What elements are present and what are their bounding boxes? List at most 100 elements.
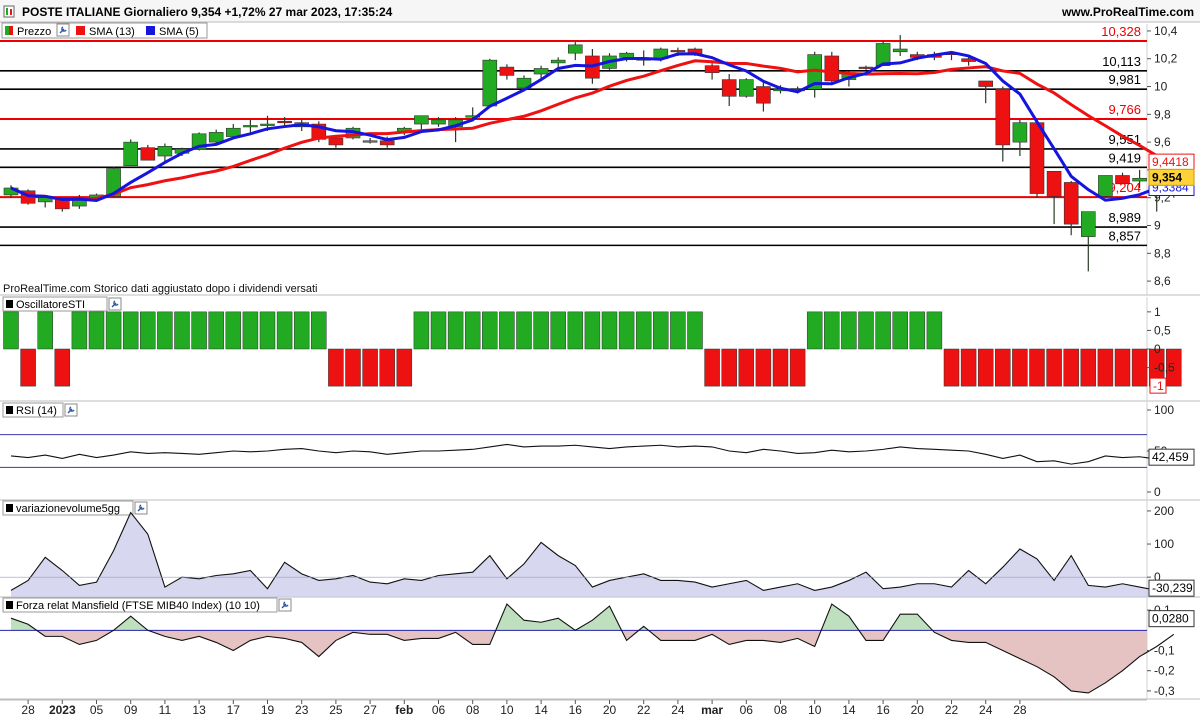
x-tick-label: 06 (740, 703, 754, 717)
x-tick-label: 24 (979, 703, 993, 717)
oscillator-bar-positive (122, 311, 139, 350)
oscillator-bar-positive (311, 311, 327, 350)
x-tick-label: 10 (808, 703, 822, 717)
header-title: POSTE ITALIANE Giornaliero 9,354 +1,72% … (22, 5, 393, 19)
oscillator-bar-negative (977, 348, 994, 387)
y-tick-label: 9 (1154, 219, 1161, 233)
legend-swatch-sma5 (146, 26, 155, 35)
x-tick-label: 17 (227, 703, 241, 717)
oscillator-bar-negative (1097, 348, 1114, 387)
y-tick-label: 9,6 (1154, 135, 1171, 149)
candle-down (756, 86, 771, 104)
level-label: 8,989 (1108, 210, 1141, 225)
oscillator-bar-positive (293, 311, 310, 350)
x-tick-label: 05 (90, 703, 104, 717)
oscillator-bar-positive (105, 311, 122, 350)
x-tick-label: 14 (842, 703, 856, 717)
candle-down (721, 79, 737, 97)
candle-icon-green (6, 8, 8, 15)
oscillator-bar-positive (259, 311, 276, 350)
candle-down (1046, 171, 1062, 197)
oscillator-bar-positive (841, 311, 857, 350)
oscillator-bar-negative (345, 348, 361, 387)
candle-down (995, 89, 1011, 146)
value-badge-text: -1 (1153, 379, 1164, 393)
oscillator-bar-negative (1131, 348, 1148, 387)
y-tick-label: -0,3 (1154, 684, 1175, 698)
oscillator-bar-positive (157, 311, 173, 350)
legend-label-price: Prezzo (17, 26, 51, 38)
oscillator-bar-positive (276, 311, 293, 350)
oscillator-bar-positive (3, 311, 19, 350)
y-tick-label: 10 (1154, 80, 1168, 94)
level-label: 9,419 (1108, 150, 1141, 165)
oscillator-bar-positive (618, 311, 635, 350)
x-tick-label: 11 (159, 703, 172, 717)
settings-wrench-icon (64, 403, 78, 417)
x-tick-label: 16 (876, 703, 890, 717)
oscillator-bar-positive (550, 311, 566, 350)
candle-down (670, 50, 686, 53)
oscillator-bar-positive (482, 311, 498, 350)
header-brand: www.ProRealTime.com (1061, 5, 1194, 19)
oscillator-bar-positive (447, 311, 464, 350)
y-tick-label: 200 (1154, 504, 1174, 518)
x-tick-label: 20 (911, 703, 925, 717)
x-tick-label: 08 (466, 703, 480, 717)
oscillator-bar-negative (1012, 348, 1028, 387)
oscillator-bar-negative (54, 348, 71, 387)
x-tick-label: 14 (534, 703, 548, 717)
x-tick-label: 19 (261, 703, 275, 717)
value-badge-text: -30,239 (1152, 581, 1193, 595)
price-legend: Prezzo SMA (13) SMA (5) (1, 22, 208, 39)
legend-label-sma5: SMA (5) (159, 26, 199, 38)
x-tick-label: 25 (329, 703, 343, 717)
oscillator-bar-positive (858, 311, 874, 350)
oscillator-bar-negative (789, 348, 806, 387)
oscillator-bar-positive (926, 311, 943, 350)
panel-title: Forza relat Mansfield (FTSE MIB40 Index)… (16, 600, 260, 612)
legend-price-wrench-icon (56, 23, 70, 37)
price-footnote: ProRealTime.com Storico dati aggiustato … (3, 283, 317, 295)
settings-wrench-icon (108, 297, 122, 311)
candle-down (1115, 175, 1130, 185)
candle-up (1012, 122, 1028, 143)
candle-up (1098, 175, 1113, 197)
oscillator-bar-positive (208, 311, 224, 350)
oscillator-bar-negative (328, 348, 344, 387)
stock-chart: POSTE ITALIANE Giornaliero 9,354 +1,72% … (0, 0, 1200, 720)
oscillator-bar-positive (892, 311, 908, 350)
candle-up (619, 52, 634, 58)
y-tick-label: 1 (1154, 305, 1161, 319)
y-tick-label: 100 (1154, 403, 1174, 417)
panel-title-swatch (6, 504, 13, 512)
oscillator-bar-positive (499, 311, 515, 350)
x-tick-label: 09 (124, 703, 138, 717)
oscillator-bar-negative (1029, 348, 1045, 387)
candle-down (1063, 182, 1079, 225)
x-tick-label: 23 (295, 703, 309, 717)
level-label: 8,857 (1108, 228, 1141, 243)
oscillator-bar-positive (174, 311, 190, 350)
oscillator-bar-positive (635, 311, 652, 350)
settings-wrench-icon (134, 501, 148, 515)
oscillator-bar-positive (670, 311, 686, 350)
legend-label-sma13: SMA (13) (89, 26, 135, 38)
oscillator-bar-negative (755, 348, 772, 387)
candle-up (157, 145, 173, 157)
panel-title-swatch (6, 601, 13, 609)
oscillator-bar-positive (806, 311, 823, 350)
legend-swatch-price-down (9, 26, 13, 35)
oscillator-bar-negative (704, 348, 720, 387)
x-tick-label: 28 (21, 703, 35, 717)
legend-swatch-price-up (5, 26, 9, 35)
x-tick-label: 24 (671, 703, 685, 717)
x-tick-label: 22 (945, 703, 959, 717)
settings-wrench-icon (278, 598, 292, 612)
candle-up (1081, 211, 1096, 237)
candle-down (328, 137, 344, 146)
x-tick-label: 27 (363, 703, 377, 717)
candle-up (892, 48, 908, 53)
oscillator-bar-positive (225, 311, 242, 350)
x-tick-label: 10 (500, 703, 514, 717)
